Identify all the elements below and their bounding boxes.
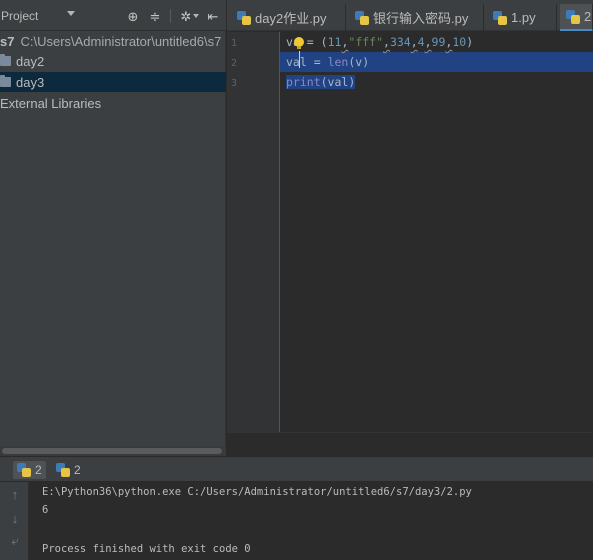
hide-panel-icon[interactable]: ⇤: [204, 7, 222, 25]
code-line-3[interactable]: print(val): [286, 72, 356, 92]
code-token: v: [286, 35, 293, 49]
tree-item-label: day3: [16, 74, 45, 90]
tab-label: day2作业.py: [255, 11, 327, 26]
python-file-icon: [17, 463, 31, 477]
lightbulb-icon[interactable]: [294, 37, 304, 49]
code-token: ,: [424, 35, 432, 49]
text-caret: [299, 51, 300, 68]
python-file-icon: [237, 10, 251, 25]
run-tab[interactable]: 2: [56, 461, 81, 479]
run-tab-label: 2: [35, 463, 42, 477]
chevron-down-icon[interactable]: [67, 11, 75, 16]
folder-icon: [0, 54, 11, 66]
down-arrow-icon[interactable]: ↓: [7, 510, 23, 526]
tree-item-root-path: C:\Users\Administrator\untitled6\s7: [20, 33, 222, 49]
python-file-icon: [56, 463, 70, 477]
selected-text: print(val): [286, 75, 356, 89]
python-file-icon: [355, 10, 369, 25]
project-panel-header: Project ⊕ ≑ ✲ ⇤: [0, 0, 226, 31]
project-panel: Project ⊕ ≑ ✲ ⇤ s7 C:\Users\Administrato…: [0, 0, 226, 456]
code-builtin: len: [327, 55, 349, 69]
tree-item-day3[interactable]: day3: [0, 72, 226, 92]
code-number: 334: [389, 35, 411, 49]
line-number: 3: [231, 78, 238, 89]
code-editor[interactable]: [280, 32, 593, 432]
toolbar-divider: [170, 9, 171, 23]
code-line-1[interactable]: va = (11,"fff",334,4,99,10): [286, 32, 473, 52]
code-builtin: print: [286, 75, 321, 89]
code-token: ): [466, 35, 474, 49]
tab-bank-password[interactable]: 银行输入密码.py: [349, 4, 484, 31]
line-number-gutter: [227, 32, 279, 432]
editor-bottom-area: [227, 432, 593, 456]
code-token: (: [320, 35, 328, 49]
horizontal-scrollbar[interactable]: [0, 446, 226, 456]
code-number: 4: [417, 35, 425, 49]
tree-item-root-name: s7: [0, 33, 15, 49]
tree-item-root[interactable]: s7 C:\Users\Administrator\untitled6\s7: [0, 31, 226, 51]
tab-label: 银行输入密码.py: [373, 11, 469, 26]
tree-item-label: External Libraries: [0, 95, 102, 111]
up-arrow-icon[interactable]: ↑: [7, 486, 23, 502]
code-number: 11: [327, 35, 342, 49]
run-tab-label: 2: [74, 463, 81, 477]
code-token: va: [286, 55, 300, 69]
chevron-down-icon[interactable]: [193, 14, 199, 18]
tree-item-label: day2: [16, 53, 45, 69]
code-token: (v): [348, 55, 370, 69]
scrollbar-thumb[interactable]: [2, 448, 222, 454]
tab-1-py[interactable]: 1.py: [487, 4, 557, 31]
code-token: l =: [299, 55, 328, 69]
tab-day2-homework[interactable]: day2作业.py: [231, 4, 346, 31]
project-view-selector[interactable]: Project: [1, 9, 38, 23]
tree-item-external-libraries[interactable]: External Libraries: [0, 93, 226, 113]
tab-2-py[interactable]: 2: [560, 4, 593, 31]
collapse-all-icon[interactable]: ≑: [146, 7, 164, 25]
code-token: (val): [320, 75, 356, 89]
tree-item-day2[interactable]: day2: [0, 51, 226, 71]
line-number: 2: [231, 58, 238, 69]
soft-wrap-icon[interactable]: ⤶: [7, 533, 23, 549]
console-line: Process finished with exit code 0: [42, 543, 251, 555]
run-tab[interactable]: 2: [13, 461, 46, 479]
python-file-icon: [493, 10, 507, 25]
code-string: "fff": [348, 35, 384, 49]
console-line: 6: [42, 504, 49, 516]
code-token: ,: [410, 35, 418, 49]
locate-icon[interactable]: ⊕: [124, 7, 142, 25]
python-file-icon: [566, 9, 580, 24]
run-tab-bar: 2 2: [0, 456, 593, 482]
folder-icon: [0, 75, 11, 87]
code-token: ,: [383, 35, 390, 49]
line-number: 1: [231, 38, 238, 49]
code-number: 10: [452, 35, 467, 49]
console-line: E:\Python36\python.exe C:/Users/Administ…: [42, 486, 472, 498]
editor-tab-bar: day2作业.py 银行输入密码.py 1.py 2: [227, 0, 593, 31]
tab-label: 2: [584, 9, 592, 24]
tab-label: 1.py: [511, 10, 536, 25]
code-number: 99: [431, 35, 446, 49]
